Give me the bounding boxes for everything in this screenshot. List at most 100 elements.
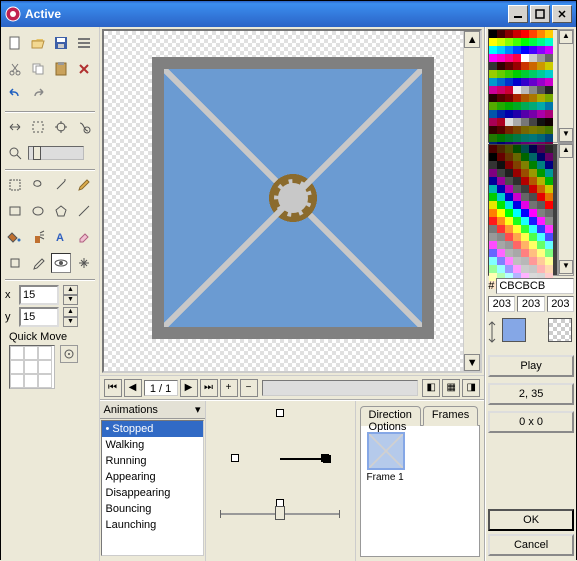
palette-swatch[interactable]	[529, 78, 537, 86]
palette-swatch[interactable]	[489, 94, 497, 102]
shade-swatch[interactable]	[529, 233, 537, 241]
palette-swatch[interactable]	[537, 62, 545, 70]
palette-swatch[interactable]	[529, 30, 537, 38]
text-icon[interactable]: A	[51, 227, 71, 247]
shade-swatch[interactable]	[489, 161, 497, 169]
scroll-down-icon[interactable]: ▼	[464, 354, 480, 371]
shade-swatch[interactable]	[521, 153, 529, 161]
flip-h-icon[interactable]	[5, 117, 25, 137]
palette-swatch[interactable]	[545, 62, 553, 70]
palette-swatch[interactable]	[505, 102, 513, 110]
palette-swatch[interactable]	[513, 86, 521, 94]
shade-swatch[interactable]	[497, 249, 505, 257]
shade-swatch[interactable]	[537, 193, 545, 201]
shade-swatch[interactable]	[513, 153, 521, 161]
shade-swatch[interactable]	[505, 217, 513, 225]
shade-swatch[interactable]	[545, 145, 553, 153]
shade-swatch[interactable]	[497, 169, 505, 177]
shade-swatch[interactable]	[521, 177, 529, 185]
palette-swatch[interactable]	[505, 62, 513, 70]
save-icon[interactable]	[51, 33, 71, 53]
wand-icon[interactable]	[51, 175, 71, 195]
shade-swatch[interactable]	[505, 161, 513, 169]
lasso-icon[interactable]	[28, 175, 48, 195]
palette-swatch[interactable]	[537, 54, 545, 62]
shade-swatch[interactable]	[489, 153, 497, 161]
shade-swatch[interactable]	[489, 265, 497, 273]
palette-swatch[interactable]	[513, 134, 521, 142]
quickmove-grid[interactable]	[9, 345, 55, 389]
options-icon[interactable]	[74, 33, 94, 53]
shade-swatch[interactable]	[505, 265, 513, 273]
close-button[interactable]	[552, 5, 572, 23]
palette-swatch[interactable]	[497, 134, 505, 142]
shade-swatch[interactable]	[489, 241, 497, 249]
pal2-scroll-up-icon[interactable]: ▲	[559, 144, 573, 158]
shade-swatch[interactable]	[529, 225, 537, 233]
palette-swatch[interactable]	[513, 94, 521, 102]
zoom-icon[interactable]	[5, 143, 25, 163]
shade-swatch[interactable]	[529, 217, 537, 225]
maximize-button[interactable]	[530, 5, 550, 23]
palette-swatch[interactable]	[521, 118, 529, 126]
shade-swatch[interactable]	[497, 201, 505, 209]
palette-swatch[interactable]	[513, 62, 521, 70]
shade-swatch[interactable]	[489, 185, 497, 193]
shade-swatch[interactable]	[489, 145, 497, 153]
shade-swatch[interactable]	[513, 193, 521, 201]
frame-tool1-button[interactable]: ◧	[422, 379, 440, 397]
shade-swatch[interactable]	[513, 257, 521, 265]
select-icon[interactable]	[5, 175, 25, 195]
palette-swatch[interactable]	[497, 86, 505, 94]
shade-swatch[interactable]	[529, 185, 537, 193]
shade-swatch[interactable]	[529, 145, 537, 153]
shade-swatch[interactable]	[505, 225, 513, 233]
palette-swatch[interactable]	[505, 134, 513, 142]
palette-swatch[interactable]	[497, 110, 505, 118]
animations-dropdown-icon[interactable]: ▾	[195, 403, 201, 416]
shade-swatch[interactable]	[537, 169, 545, 177]
palette-swatch[interactable]	[489, 126, 497, 134]
palette-swatch[interactable]	[521, 126, 529, 134]
palette-swatch[interactable]	[513, 38, 521, 46]
palette-swatch[interactable]	[513, 30, 521, 38]
shade-swatch[interactable]	[521, 225, 529, 233]
bg-color-swatch[interactable]	[548, 318, 572, 342]
hex-input[interactable]: CBCBCB	[496, 278, 574, 294]
x-input[interactable]: 15	[19, 285, 59, 305]
pal-scroll-down-icon[interactable]: ▼	[559, 128, 573, 142]
shade-swatch[interactable]	[513, 233, 521, 241]
palette-swatch[interactable]	[505, 126, 513, 134]
shade-swatch[interactable]	[529, 161, 537, 169]
canvas[interactable]: ▲ ▼	[102, 29, 483, 373]
shade-swatch[interactable]	[537, 185, 545, 193]
palette-swatch[interactable]	[529, 54, 537, 62]
anim-item-walking[interactable]: Walking	[102, 437, 203, 453]
shade-swatch[interactable]	[537, 233, 545, 241]
shade-swatch[interactable]	[497, 217, 505, 225]
palette-swatch[interactable]	[521, 62, 529, 70]
palette-swatch[interactable]	[489, 134, 497, 142]
shade-swatch[interactable]	[537, 257, 545, 265]
paste-icon[interactable]	[51, 59, 71, 79]
cut-icon[interactable]	[5, 59, 25, 79]
palette-swatch[interactable]	[537, 110, 545, 118]
shade-swatch[interactable]	[513, 145, 521, 153]
shade-swatch[interactable]	[521, 185, 529, 193]
color-palette-shades[interactable]	[488, 144, 558, 276]
palette-swatch[interactable]	[529, 110, 537, 118]
shade-swatch[interactable]	[489, 225, 497, 233]
palette-swatch[interactable]	[537, 86, 545, 94]
shade-swatch[interactable]	[513, 217, 521, 225]
shade-swatch[interactable]	[537, 265, 545, 273]
b-input[interactable]: 203	[547, 296, 574, 312]
shade-swatch[interactable]	[513, 225, 521, 233]
shade-swatch[interactable]	[545, 169, 553, 177]
shade-swatch[interactable]	[513, 169, 521, 177]
shade-swatch[interactable]	[537, 225, 545, 233]
shade-swatch[interactable]	[521, 249, 529, 257]
shade-swatch[interactable]	[489, 201, 497, 209]
shade-swatch[interactable]	[513, 209, 521, 217]
palette-swatch[interactable]	[521, 134, 529, 142]
redo-icon[interactable]	[28, 85, 48, 105]
